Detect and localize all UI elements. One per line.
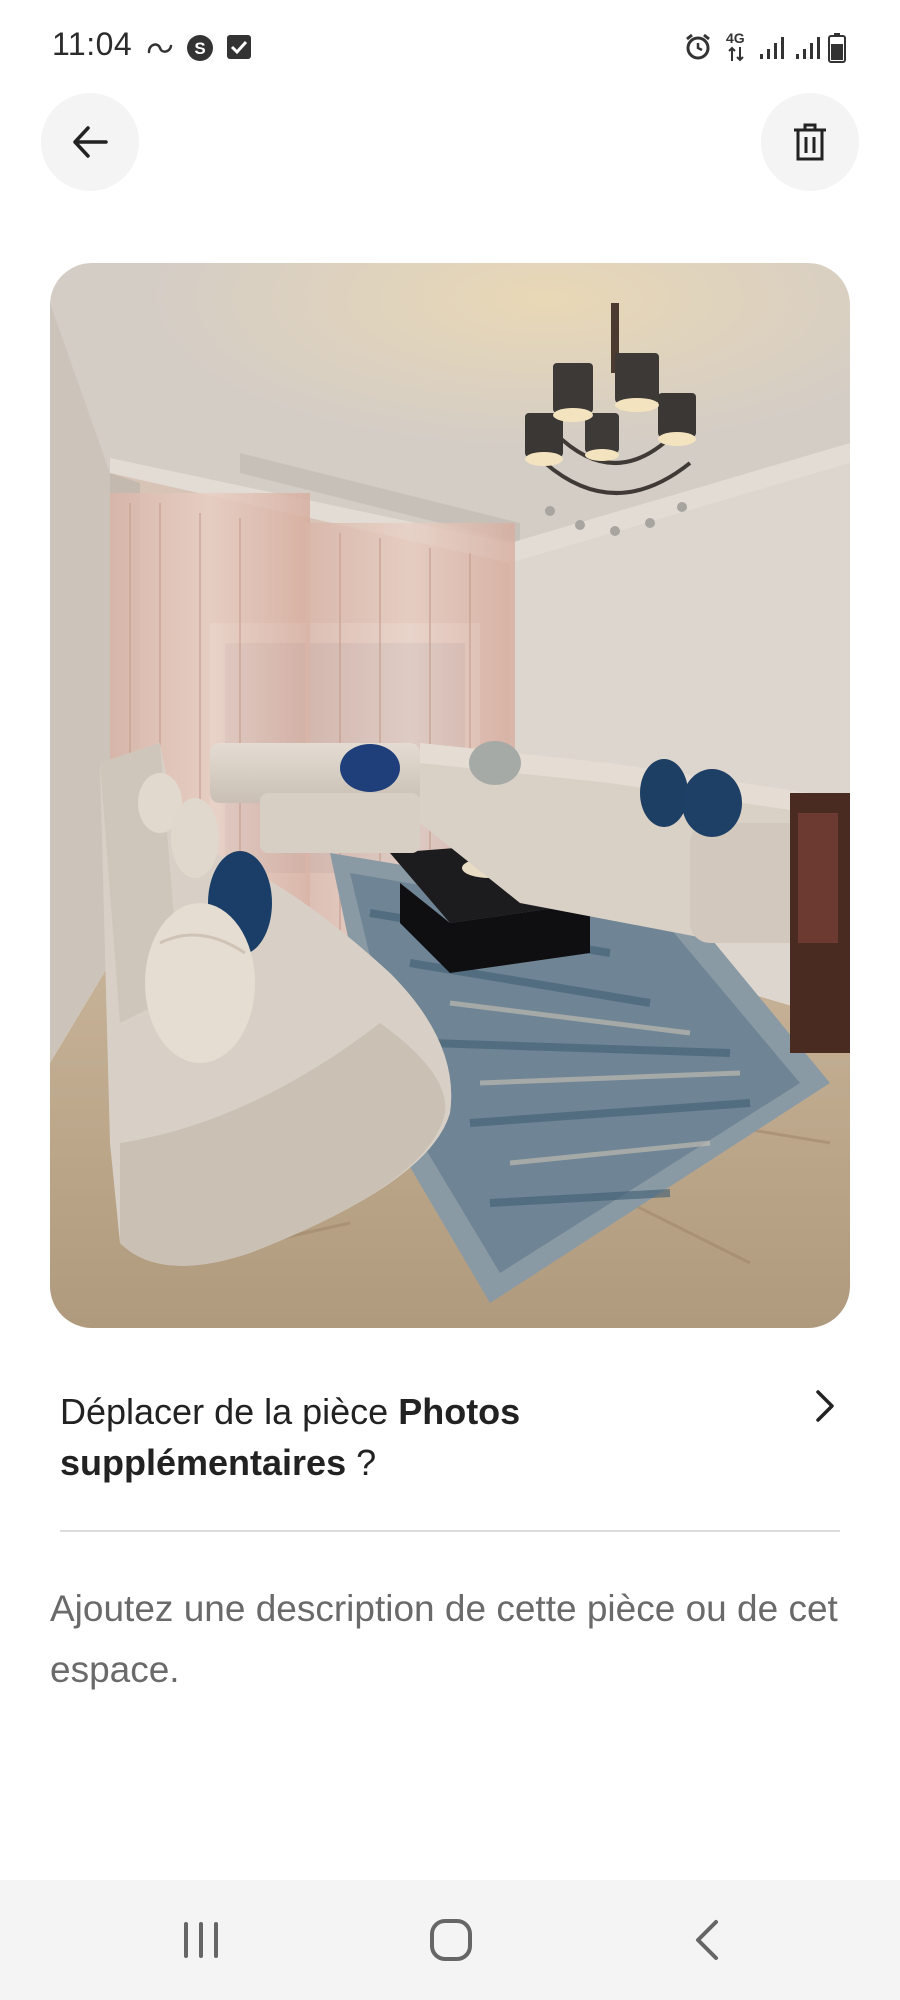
divider <box>60 1530 840 1532</box>
status-bar: 11:04 S 4G <box>0 0 900 92</box>
svg-text:S: S <box>194 39 205 58</box>
signal-icon <box>760 37 784 59</box>
link-icon <box>147 43 173 54</box>
checkbox-icon <box>227 35 251 59</box>
back-chevron-icon[interactable] <box>692 1918 722 1962</box>
network-type-label: 4G <box>726 30 745 46</box>
system-nav-bar <box>0 1880 900 2000</box>
signal-icon <box>796 37 820 59</box>
arrow-left-icon <box>73 126 108 158</box>
back-button[interactable] <box>41 93 139 191</box>
chevron-right-icon <box>816 1390 834 1422</box>
move-room-row[interactable]: Déplacer de la pièce Photos supplémentai… <box>60 1386 850 1496</box>
alarm-icon <box>686 33 710 60</box>
move-room-text: Déplacer de la pièce Photos supplémentai… <box>60 1386 620 1488</box>
room-photo[interactable] <box>50 263 850 1328</box>
delete-button[interactable] <box>761 93 859 191</box>
s-badge-icon: S <box>187 35 213 61</box>
move-room-prefix: Déplacer de la pièce <box>60 1391 399 1432</box>
description-field[interactable]: Ajoutez une description de cette pièce o… <box>50 1578 850 1700</box>
data-arrows-icon <box>728 46 744 62</box>
living-room-photo <box>50 263 850 1328</box>
recents-icon[interactable] <box>180 1920 222 1960</box>
battery-icon <box>828 33 846 63</box>
home-icon[interactable] <box>428 1917 474 1963</box>
move-room-suffix: ? <box>346 1442 377 1483</box>
status-time: 11:04 <box>52 26 133 62</box>
trash-icon <box>794 123 826 161</box>
